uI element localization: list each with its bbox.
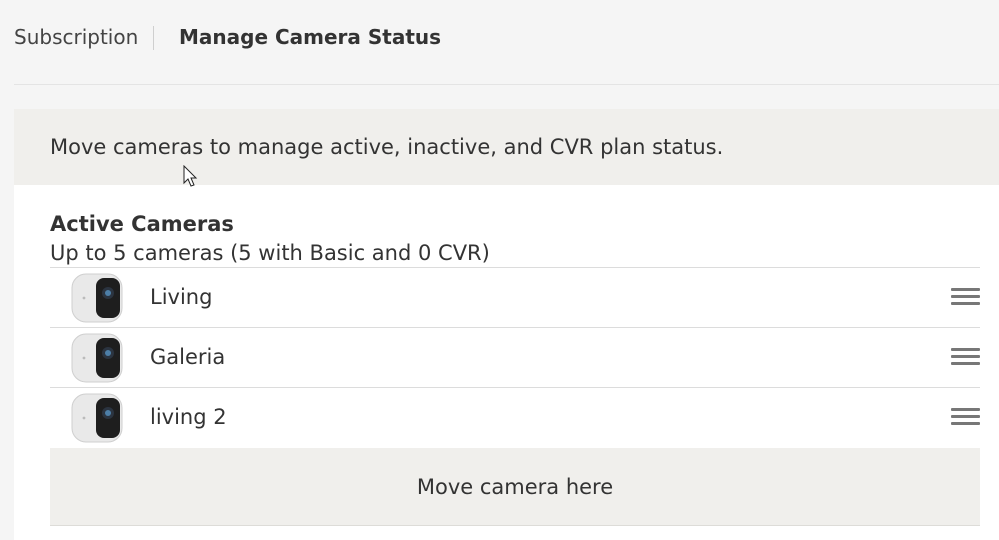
mouse-cursor-icon (183, 165, 198, 187)
section-subtitle: Up to 5 cameras (5 with Basic and 0 CVR) (50, 241, 490, 265)
subscription-tab[interactable]: Subscription (14, 25, 138, 49)
camera-name: Living (150, 285, 213, 309)
camera-name: living 2 (150, 405, 227, 429)
camera-list: Living Galeria living 2 (50, 267, 980, 447)
camera-thumbnail-icon (71, 393, 123, 443)
header-divider (14, 84, 999, 85)
camera-row[interactable]: Galeria (50, 327, 980, 387)
active-cameras-panel: Active Cameras Up to 5 cameras (5 with B… (14, 185, 999, 540)
info-banner: Move cameras to manage active, inactive,… (14, 109, 999, 185)
banner-text: Move cameras to manage active, inactive,… (50, 135, 724, 159)
drag-handle-icon[interactable] (951, 348, 980, 368)
nav-divider (153, 26, 154, 50)
camera-thumbnail-icon (71, 273, 123, 323)
camera-thumbnail-icon (71, 333, 123, 383)
drop-zone-label: Move camera here (416, 475, 614, 499)
camera-row[interactable]: living 2 (50, 387, 980, 447)
camera-name: Galeria (150, 345, 226, 369)
section-title: Active Cameras (50, 212, 234, 236)
top-navigation: Subscription Manage Camera Status (0, 0, 999, 84)
camera-drop-zone[interactable]: Move camera here (50, 448, 980, 526)
drag-handle-icon[interactable] (951, 408, 980, 428)
drag-handle-icon[interactable] (951, 288, 980, 308)
camera-row[interactable]: Living (50, 267, 980, 327)
manage-camera-status-tab[interactable]: Manage Camera Status (179, 25, 441, 49)
